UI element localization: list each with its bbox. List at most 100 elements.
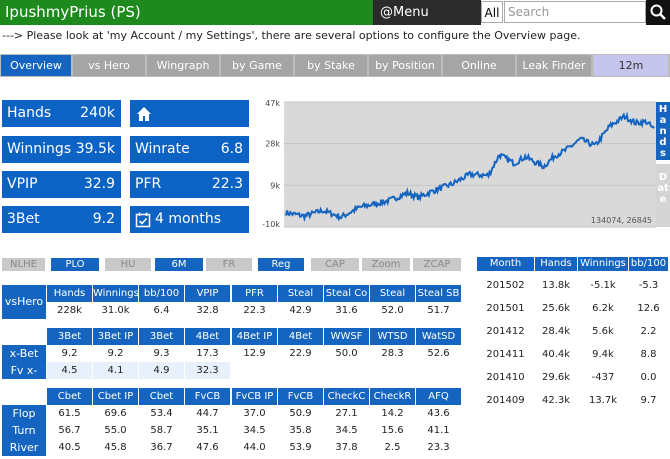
stat-vpip-label: VPIP	[7, 176, 38, 192]
stat-winrate-label: Winrate	[135, 141, 190, 157]
stat-cell: 35.8	[289, 425, 312, 436]
filter-6m[interactable]: 6M	[155, 258, 203, 271]
month-cell: 201409	[486, 395, 525, 406]
stat-vpip-value: 32.9	[83, 176, 115, 192]
stat-pfr: PFR 22.3	[130, 171, 249, 198]
month-cell: 42.3k	[541, 395, 571, 406]
month-cell: 5.6k	[592, 326, 614, 337]
stat-cell: 44.0	[243, 442, 266, 453]
stat-cell: 61.5	[58, 408, 81, 419]
col-header: FvCB IP	[232, 388, 277, 405]
side-tab-date-label: Date	[657, 172, 669, 205]
stat-winnings: Winnings 39.5k	[2, 136, 121, 163]
home-tile[interactable]	[130, 100, 249, 127]
col-header: 3Bet IP	[93, 328, 138, 345]
col-header: WatSD	[416, 328, 461, 345]
period-12m[interactable]: 12m	[594, 55, 668, 76]
stat-cell: 28.3	[381, 348, 404, 359]
tab-overview[interactable]: Overview	[1, 55, 71, 76]
col-header: AFQ	[416, 388, 461, 405]
stat-pfr-label: PFR	[135, 176, 162, 192]
calendar-check-icon	[135, 212, 151, 228]
stat-cell	[232, 362, 277, 379]
stat-cell: 4.5	[47, 362, 92, 379]
filter-reg[interactable]: Reg	[258, 258, 304, 271]
search-button[interactable]	[646, 0, 670, 25]
month-cell: 8.8	[640, 349, 657, 360]
side-tab-date[interactable]: Date	[656, 164, 670, 227]
month-cell: 13.7k	[588, 395, 618, 406]
stat-cell: 41.1	[427, 425, 450, 436]
stat-cell: 44.7	[196, 408, 219, 419]
tab-leak-finder[interactable]: Leak Finder	[517, 55, 591, 76]
month-cell: -437	[591, 372, 615, 383]
month-col-header: bb/100	[629, 257, 668, 271]
stat-cell: 51.7	[427, 305, 450, 316]
stat-vpip: VPIP 32.9	[2, 171, 121, 198]
winnings-graph[interactable]: 47k 28k 9k -10k 134074, 26845 Hands Date	[256, 96, 670, 237]
search-input[interactable]	[504, 1, 646, 23]
tab-wingraph[interactable]: Wingraph	[147, 55, 219, 76]
stat-cell: 4.9	[139, 362, 184, 379]
stat-cell: 4.1	[93, 362, 138, 379]
game-filters: NLHE PLO HU 6M FR Reg CAP Zoom ZCAP	[2, 258, 470, 271]
col-header: PFR	[232, 285, 277, 302]
row-label: River	[2, 439, 46, 456]
col-header: VPIP	[185, 285, 230, 302]
stat-cell: 27.1	[335, 408, 358, 419]
stat-3bet-value: 9.2	[92, 211, 115, 227]
month-cell: -5.1k	[590, 280, 616, 291]
tab-by-game[interactable]: by Game	[221, 55, 293, 76]
month-cell: 28.4k	[541, 326, 571, 337]
month-cell: 40.4k	[541, 349, 571, 360]
stat-cell: 15.6	[381, 425, 404, 436]
filter-nlhe[interactable]: NLHE	[2, 258, 45, 271]
col-header: FvCB	[185, 388, 230, 405]
stat-winnings-label: Winnings	[7, 141, 72, 157]
month-col-header: Month	[477, 257, 534, 271]
col-header: Hands	[47, 285, 92, 302]
tab-online[interactable]: Online	[443, 55, 515, 76]
stat-hands-label: Hands	[7, 105, 52, 121]
col-header: CheckC	[324, 388, 369, 405]
side-tab-hands-label: Hands	[658, 104, 668, 159]
stat-cell: 37.0	[243, 408, 266, 419]
filter-zoom[interactable]: Zoom	[362, 258, 410, 271]
graph-y-tick: 47k	[265, 99, 280, 108]
tab-by-position[interactable]: by Position	[369, 55, 441, 76]
month-cell: 25.6k	[541, 303, 571, 314]
month-col-header: Hands	[535, 257, 577, 271]
row-label: Turn	[2, 422, 46, 439]
stat-cell: 56.7	[58, 425, 81, 436]
col-header: Steal Co	[324, 285, 369, 302]
stat-cell: 37.8	[335, 442, 358, 453]
graph-y-tick: 28k	[265, 140, 280, 149]
month-cell: 13.8k	[541, 280, 571, 291]
side-tab-hands[interactable]: Hands	[656, 102, 670, 160]
tab-bar: Overview vs Hero Wingraph by Game by Sta…	[0, 54, 670, 77]
stat-cell: 50.9	[289, 408, 312, 419]
menu-button[interactable]: @Menu	[373, 0, 481, 25]
stat-cell	[416, 362, 461, 379]
filter-plo[interactable]: PLO	[51, 258, 99, 271]
col-header: 3Bet OOP	[139, 328, 184, 359]
tab-by-stake[interactable]: by Stake	[295, 55, 367, 76]
tab-vs-hero[interactable]: vs Hero	[73, 55, 145, 76]
month-cell: 9.4k	[592, 349, 614, 360]
stat-cell: 32.8	[196, 305, 219, 316]
stat-cell: 22.3	[243, 305, 266, 316]
filter-fr[interactable]: FR	[206, 258, 252, 271]
month-cell: 9.7	[640, 395, 657, 406]
search-scope-select[interactable]: All	[481, 1, 503, 23]
filter-zcap[interactable]: ZCAP	[413, 258, 461, 271]
stat-winnings-value: 39.5k	[75, 141, 115, 157]
col-header: bb/100	[139, 285, 184, 302]
stat-cell: 6.4	[153, 305, 170, 316]
stat-cell	[278, 362, 323, 379]
stat-cell: 55.0	[104, 425, 127, 436]
filter-hu[interactable]: HU	[105, 258, 151, 271]
last-seen-tile: 4 months ago	[130, 206, 249, 254]
month-cell: 201411	[486, 349, 525, 360]
stat-cell: 58.7	[150, 425, 173, 436]
filter-cap[interactable]: CAP	[311, 258, 359, 271]
